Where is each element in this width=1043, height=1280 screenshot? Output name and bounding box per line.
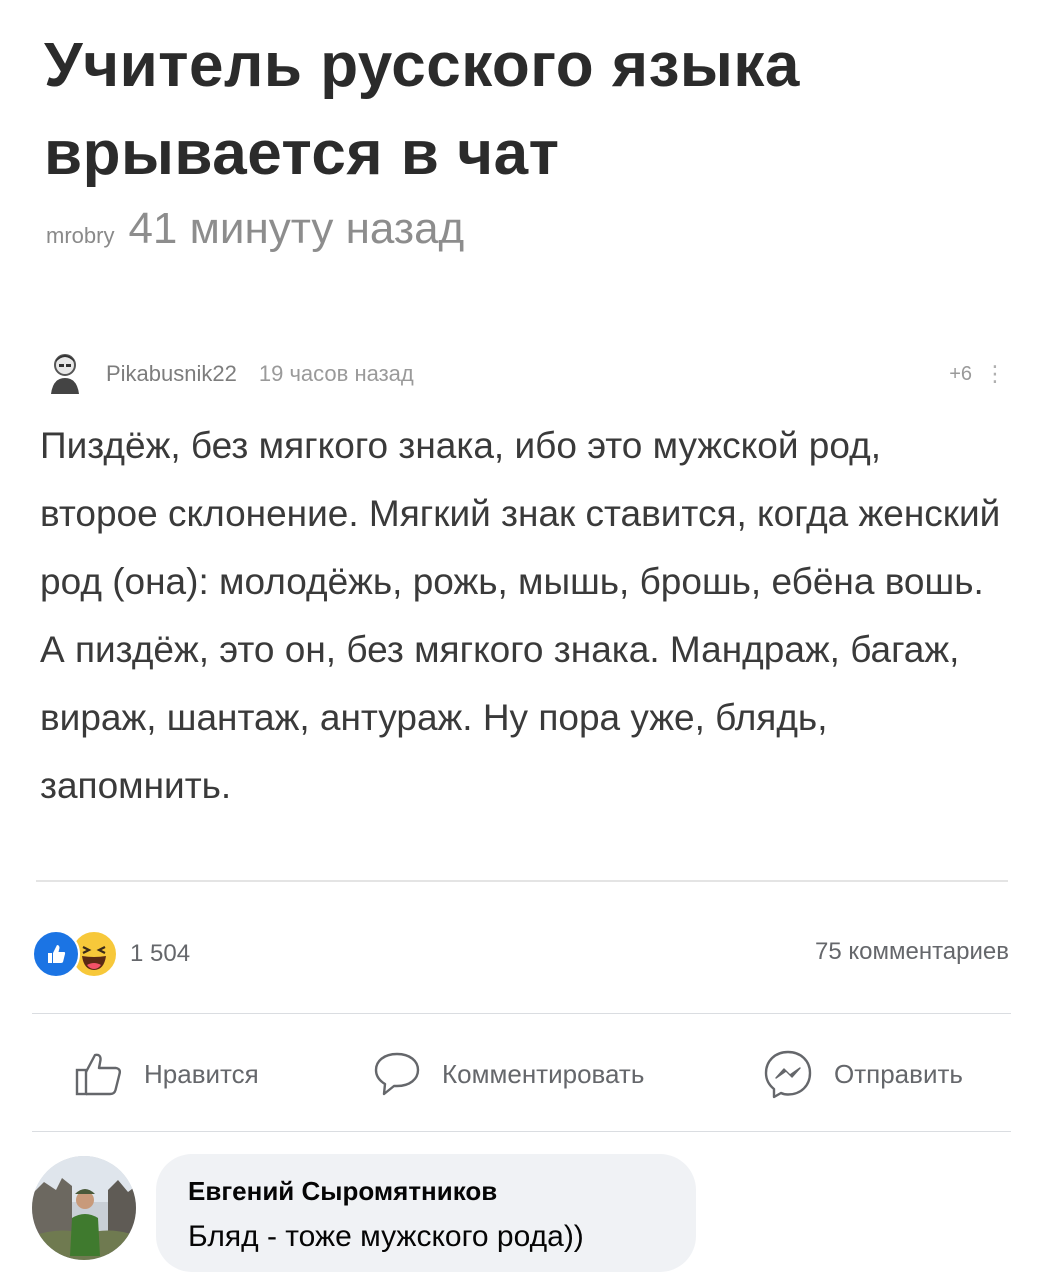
user-avatar-icon[interactable] [46, 352, 84, 396]
like-label: Нравится [144, 1058, 259, 1089]
commenter-name[interactable]: Евгений Сыромятников [188, 1176, 497, 1207]
comment-label: Комментировать [442, 1058, 645, 1089]
comment-time: 19 часов назад [258, 361, 414, 386]
reply-text: Бляд - тоже мужского рода)) [188, 1220, 584, 1253]
messenger-icon [764, 1050, 812, 1099]
comment-divider [36, 880, 1008, 882]
like-reaction-icon [32, 930, 80, 978]
reply-comment: Евгений Сыромятников Бляд - тоже мужског… [156, 1154, 696, 1272]
comment-icon [374, 1052, 420, 1096]
commenter-avatar[interactable] [32, 1156, 136, 1260]
reaction-count: 1 504 [130, 940, 191, 967]
comment-username[interactable]: Pikabusnik22 [106, 361, 237, 387]
post-time: 41 минуту назад [128, 204, 465, 253]
post-author[interactable]: mrobry [46, 223, 114, 249]
reactions-summary[interactable]: 1 504 [32, 930, 190, 978]
divider [32, 1131, 1011, 1132]
more-options-icon[interactable]: ⋮ [984, 361, 1006, 387]
comment-rating: +6 [949, 362, 972, 385]
send-label: Отправить [834, 1058, 963, 1089]
action-bar: Нравится Комментировать Отправить [32, 1042, 1011, 1106]
comment-header: Pikabusnik22 19 часов назад +6 ⋮ [46, 352, 1006, 396]
thumbs-up-icon [75, 1053, 122, 1096]
comment-text: Пиздёж, без мягкого знака, ибо это мужск… [40, 425, 1001, 806]
divider [32, 1013, 1011, 1014]
post-title: Учитель русского языка врывается в чат [44, 31, 800, 188]
like-button[interactable]: Нравится [74, 1042, 259, 1106]
send-button[interactable]: Отправить [762, 1042, 963, 1106]
post-meta: mrobry 41 минуту назад [46, 204, 464, 254]
comments-count[interactable]: 75 комментариев [815, 938, 1009, 966]
comment-button[interactable]: Комментировать [372, 1042, 644, 1106]
